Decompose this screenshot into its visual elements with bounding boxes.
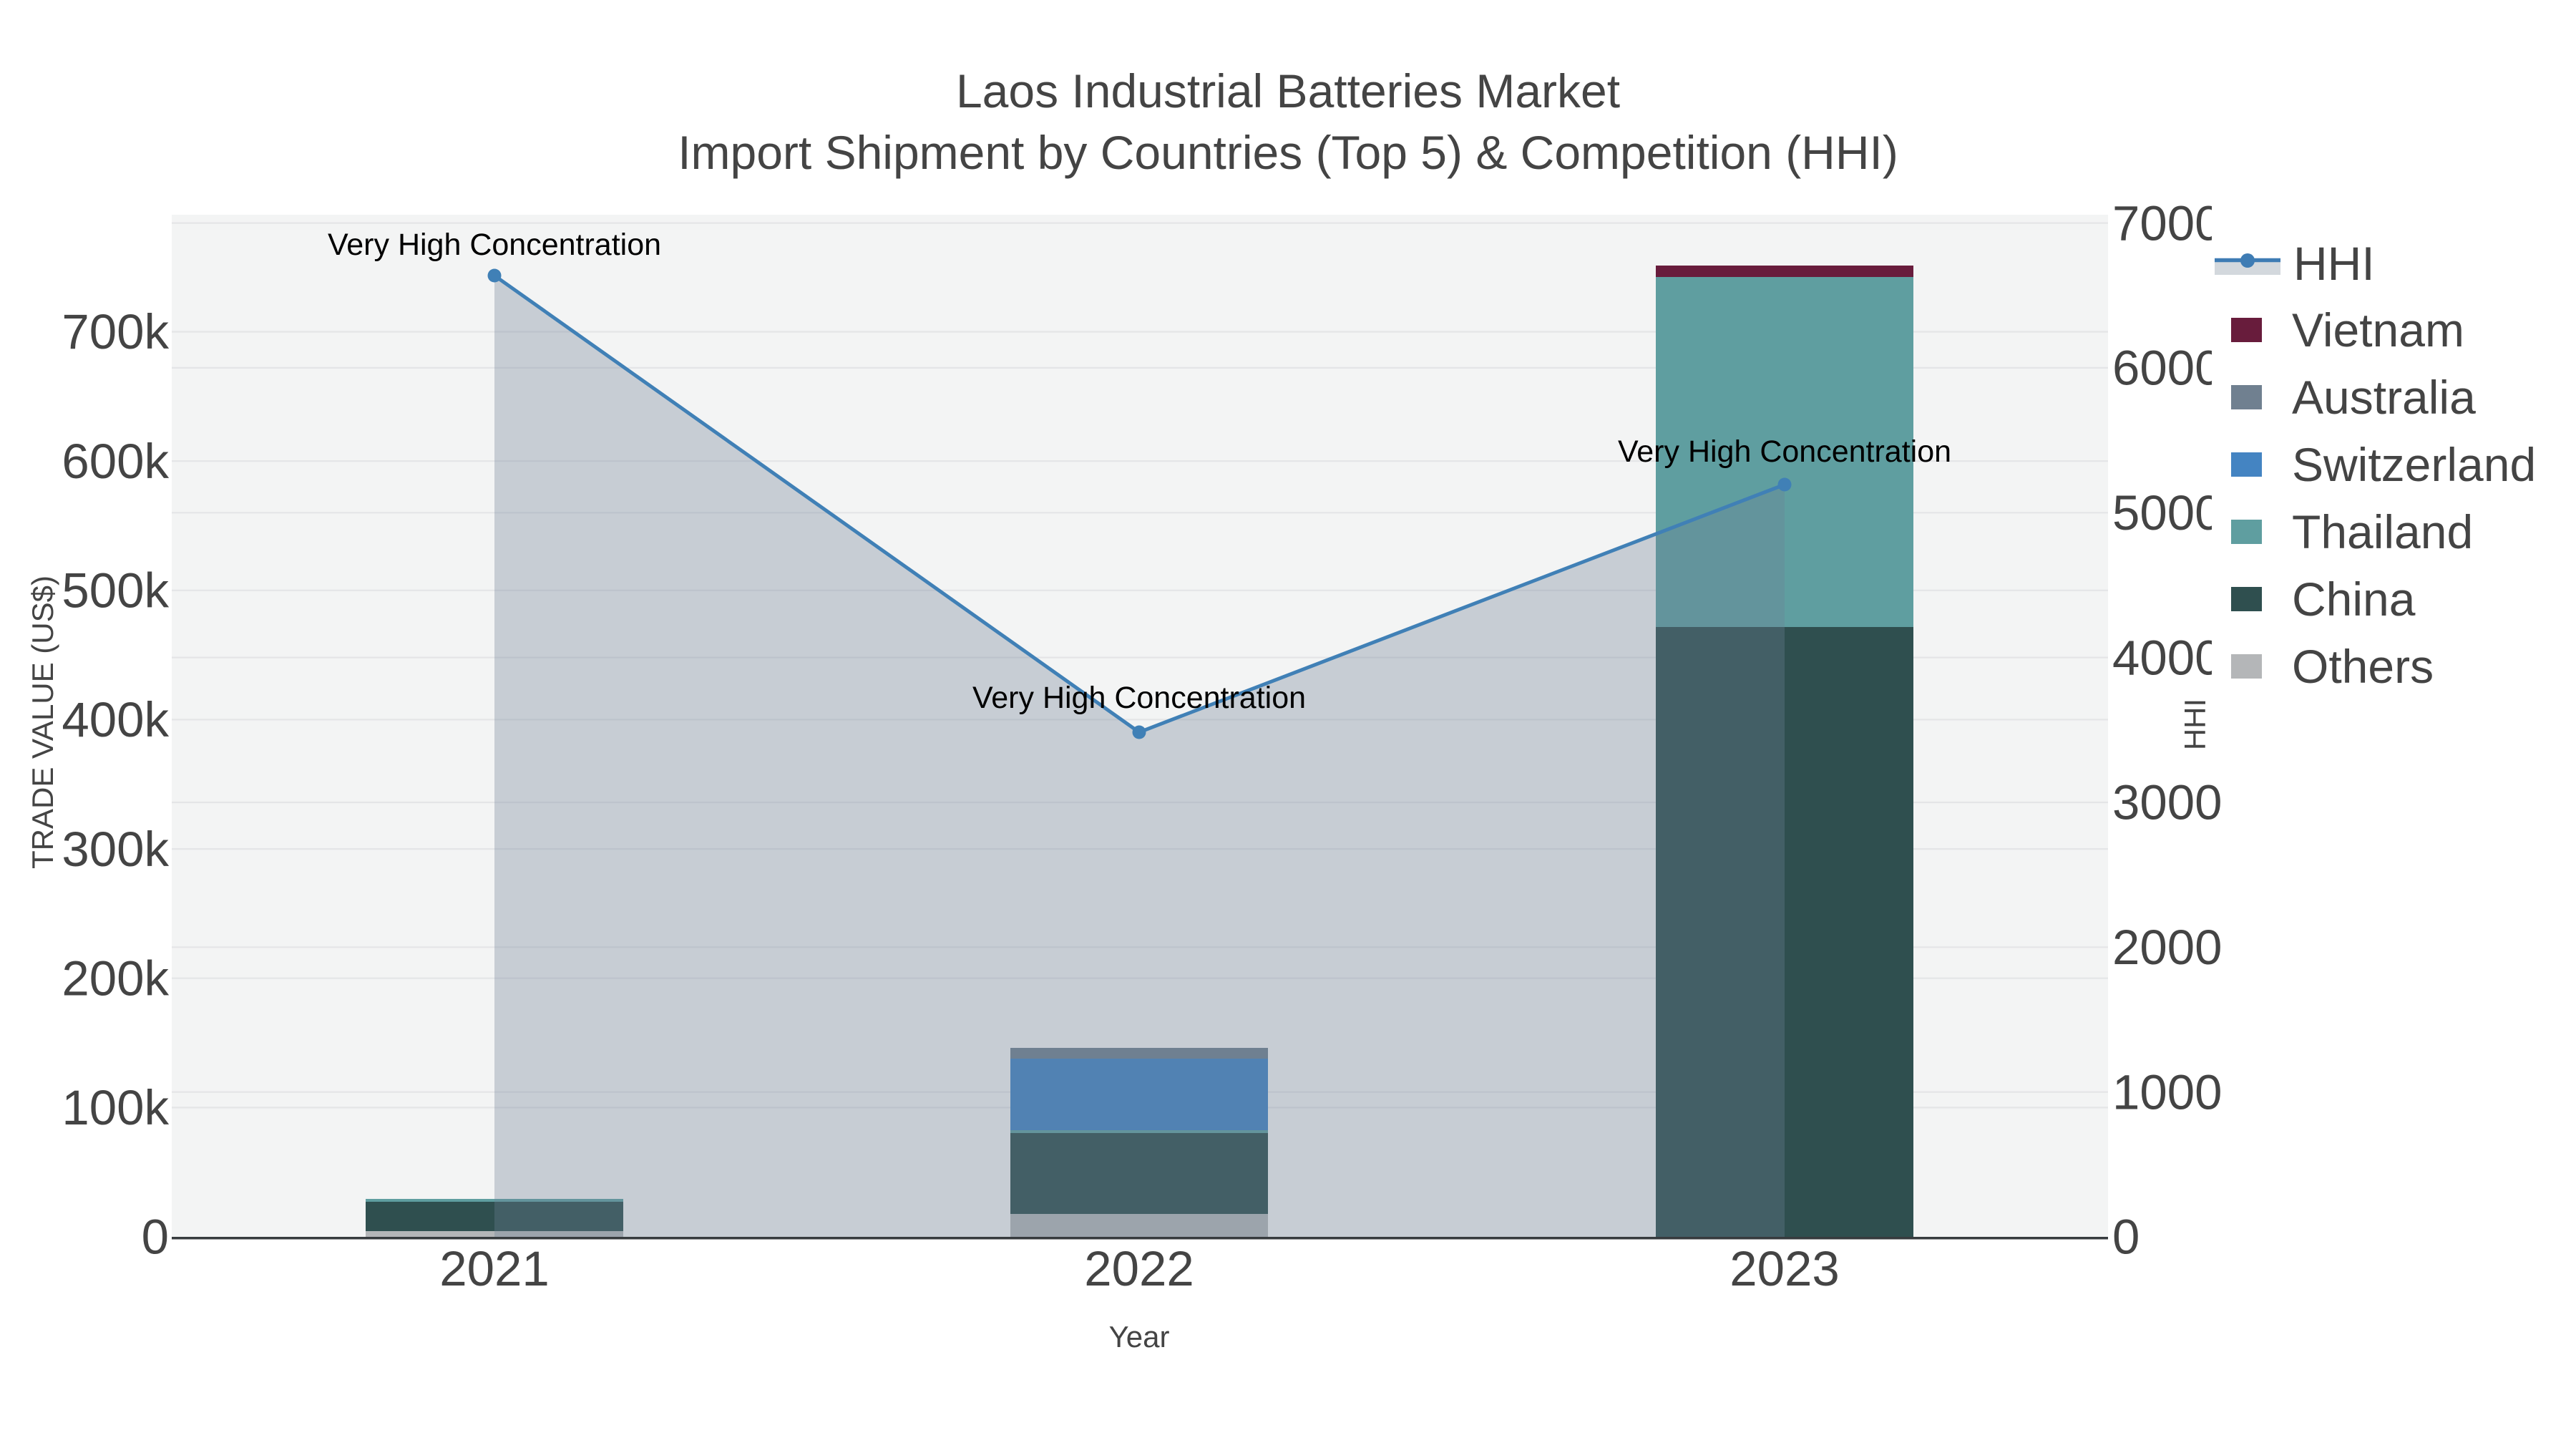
svg-text:Very High Concentration: Very High Concentration [328,228,661,262]
svg-text:600k: 600k [62,434,169,489]
svg-text:Year: Year [1109,1320,1170,1354]
svg-text:200k: 200k [62,951,169,1006]
svg-text:Import Shipment by Countries (: Import Shipment by Countries (Top 5) & C… [678,126,1898,179]
svg-text:TRADE VALUE (US$): TRADE VALUE (US$) [26,575,59,869]
svg-text:Others: Others [2292,640,2434,693]
svg-text:700k: 700k [62,304,169,359]
svg-text:Vietnam: Vietnam [2292,303,2464,356]
svg-text:400k: 400k [62,692,169,747]
svg-text:5000: 5000 [2112,485,2223,540]
svg-text:HHI: HHI [2178,699,2212,750]
svg-text:Thailand: Thailand [2292,505,2473,558]
svg-text:1000: 1000 [2112,1064,2223,1119]
svg-text:HHI: HHI [2293,237,2375,290]
svg-text:China: China [2292,573,2416,626]
svg-text:6000: 6000 [2112,341,2223,396]
svg-text:Very High Concentration: Very High Concentration [972,681,1306,715]
svg-text:0: 0 [2112,1210,2140,1265]
svg-text:Australia: Australia [2292,371,2476,424]
svg-text:4000: 4000 [2112,630,2223,685]
svg-text:100k: 100k [62,1080,169,1135]
svg-text:0: 0 [142,1210,169,1265]
svg-text:7000: 7000 [2112,195,2223,251]
svg-text:Laos Industrial Batteries Mark: Laos Industrial Batteries Market [956,64,1620,117]
svg-text:Switzerland: Switzerland [2292,438,2536,491]
svg-text:2023: 2023 [1729,1241,1840,1296]
svg-text:300k: 300k [62,822,169,877]
svg-text:3000: 3000 [2112,775,2223,830]
svg-text:500k: 500k [62,563,169,618]
svg-text:2000: 2000 [2112,920,2223,975]
svg-text:2022: 2022 [1084,1241,1194,1296]
svg-text:Very High Concentration: Very High Concentration [1618,434,1951,469]
svg-text:2021: 2021 [439,1241,550,1296]
